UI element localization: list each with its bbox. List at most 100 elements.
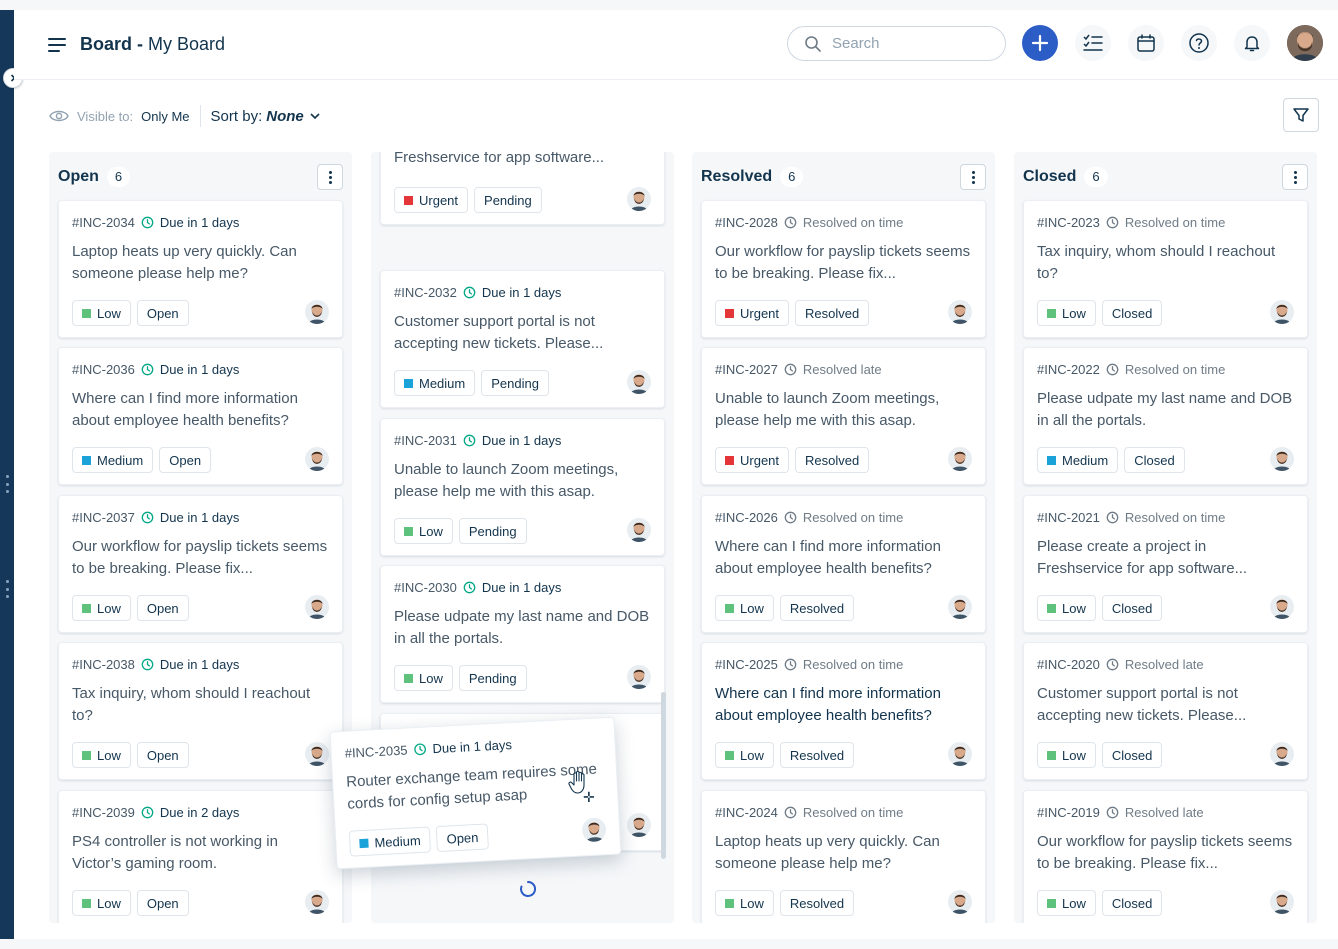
priority-tag[interactable]: Medium xyxy=(1037,447,1119,473)
priority-tag[interactable]: Low xyxy=(715,742,774,768)
state-tag[interactable]: Open xyxy=(136,595,189,621)
hamburger-menu-icon[interactable] xyxy=(48,37,68,53)
agent-avatar[interactable] xyxy=(305,742,329,766)
priority-tag[interactable]: Urgent xyxy=(715,447,790,473)
agent-avatar[interactable] xyxy=(1270,595,1294,619)
priority-tag[interactable]: Low xyxy=(72,890,131,916)
ticket-card[interactable]: #INC-2038 Due in 1 days Tax inquiry, whom … xyxy=(58,642,343,780)
agent-avatar[interactable] xyxy=(627,370,651,394)
agent-avatar[interactable] xyxy=(1270,890,1294,914)
column-menu-button[interactable] xyxy=(960,164,986,190)
state-tag[interactable]: Pending xyxy=(481,370,549,396)
state-tag[interactable]: Resolved xyxy=(795,447,870,473)
search-input[interactable] xyxy=(832,35,982,52)
state-tag[interactable]: Closed xyxy=(1101,595,1163,621)
resize-handle-icon[interactable] xyxy=(4,475,10,493)
ticket-card[interactable]: #INC-2039 Due in 2 days PS4 controller is … xyxy=(58,790,343,923)
agent-avatar[interactable] xyxy=(305,890,329,914)
sort-dropdown[interactable]: Sort by: None xyxy=(211,108,322,125)
priority-tag[interactable]: Low xyxy=(72,300,131,326)
priority-tag[interactable]: Urgent xyxy=(394,187,469,213)
agent-avatar[interactable] xyxy=(948,447,972,471)
agent-avatar[interactable] xyxy=(948,300,972,324)
priority-tag[interactable]: Medium xyxy=(72,447,154,473)
ticket-card[interactable]: #INC-2019 Resolved late Our workflow for p… xyxy=(1023,790,1308,923)
state-tag[interactable]: Pending xyxy=(474,187,542,213)
agent-avatar[interactable] xyxy=(627,813,651,837)
search-box[interactable] xyxy=(787,26,1006,61)
clock-icon xyxy=(1106,511,1119,524)
ticket-card[interactable]: #INC-2024 Resolved on time Laptop heats up… xyxy=(701,790,986,923)
card-tags: Urgent Resolved xyxy=(715,447,870,473)
state-tag[interactable]: Resolved xyxy=(779,595,855,621)
visibility-selector[interactable]: Visible to: Only Me xyxy=(49,109,190,124)
notifications-button[interactable] xyxy=(1234,25,1270,61)
state-tag[interactable]: Open xyxy=(136,300,189,326)
ticket-card[interactable]: #INC-2030 Due in 1 days Please udpate my l… xyxy=(380,565,665,703)
priority-tag[interactable]: Urgent xyxy=(715,300,790,326)
filter-button[interactable] xyxy=(1283,98,1319,132)
state-tag[interactable]: Closed xyxy=(1101,300,1163,326)
ticket-card[interactable]: #INC-2025 Resolved on time Where can I fin… xyxy=(701,642,986,780)
state-tag[interactable]: Resolved xyxy=(795,300,870,326)
agent-avatar[interactable] xyxy=(627,187,651,211)
priority-tag[interactable]: Low xyxy=(715,595,774,621)
ticket-card[interactable]: #INC-2036 Due in 1 days Where can I find m… xyxy=(58,347,343,485)
priority-label: Urgent xyxy=(740,452,780,468)
priority-label: Low xyxy=(740,747,764,763)
state-tag[interactable]: Pending xyxy=(458,518,527,544)
agent-avatar[interactable] xyxy=(305,595,329,619)
state-tag[interactable]: Open xyxy=(136,890,189,916)
agent-avatar[interactable] xyxy=(627,518,651,542)
ticket-card[interactable]: #INC-2021 Resolved on time Please create a… xyxy=(1023,495,1308,633)
state-tag[interactable]: Closed xyxy=(1124,447,1185,473)
calendar-button[interactable] xyxy=(1128,25,1164,61)
state-tag[interactable]: Closed xyxy=(1101,890,1163,916)
ticket-card[interactable]: #INC-2023 Resolved on time Tax inquiry, wh… xyxy=(1023,200,1308,338)
priority-label: Medium xyxy=(97,452,144,468)
ticket-card[interactable]: #INC-2031 Due in 1 days Unable to launch Z… xyxy=(380,418,665,556)
help-button[interactable] xyxy=(1181,25,1217,61)
agent-avatar[interactable] xyxy=(948,742,972,766)
agent-avatar[interactable] xyxy=(1270,742,1294,766)
add-button[interactable] xyxy=(1022,25,1058,61)
priority-tag[interactable]: Low xyxy=(72,742,131,768)
state-tag[interactable]: Pending xyxy=(458,665,527,691)
ticket-card[interactable]: #INC-2020 Resolved late Customer support p… xyxy=(1023,642,1308,780)
priority-tag[interactable]: Low xyxy=(1037,742,1096,768)
agent-avatar[interactable] xyxy=(948,595,972,619)
ticket-card[interactable]: #INC-2022 Resolved on time Please udpate m… xyxy=(1023,347,1308,485)
priority-tag[interactable]: Medium xyxy=(394,370,476,396)
state-tag[interactable]: Open xyxy=(136,742,189,768)
agent-avatar[interactable] xyxy=(1270,300,1294,324)
priority-tag[interactable]: Low xyxy=(1037,890,1096,916)
resize-handle-icon[interactable] xyxy=(4,580,10,598)
tasks-button[interactable] xyxy=(1075,25,1111,61)
column-menu-button[interactable] xyxy=(317,164,343,190)
agent-avatar[interactable] xyxy=(627,665,651,689)
user-avatar[interactable] xyxy=(1287,25,1323,61)
ticket-card[interactable]: #INC-2027 Resolved late Unable to launch Z… xyxy=(701,347,986,485)
agent-avatar[interactable] xyxy=(1270,447,1294,471)
priority-tag[interactable]: Low xyxy=(715,890,774,916)
ticket-card[interactable]: #INC-2032 Due in 1 days Customer support p… xyxy=(380,270,665,408)
state-tag[interactable]: Resolved xyxy=(779,890,855,916)
column-menu-button[interactable] xyxy=(1282,164,1308,190)
priority-tag[interactable]: Low xyxy=(394,518,453,544)
ticket-card[interactable]: #INC-2037 Due in 1 days Our workflow for p… xyxy=(58,495,343,633)
column-scrollbar[interactable] xyxy=(661,692,666,859)
priority-tag[interactable]: Low xyxy=(1037,300,1096,326)
state-tag[interactable]: Resolved xyxy=(779,742,855,768)
agent-avatar[interactable] xyxy=(305,447,329,471)
agent-avatar[interactable] xyxy=(948,890,972,914)
ticket-card[interactable]: Freshservice for app software... Urgent Pe… xyxy=(380,152,665,225)
ticket-card[interactable]: #INC-2028 Resolved on time Our workflow fo… xyxy=(701,200,986,338)
state-tag[interactable]: Closed xyxy=(1101,742,1163,768)
state-tag[interactable]: Open xyxy=(159,447,212,473)
priority-tag[interactable]: Low xyxy=(1037,595,1096,621)
ticket-card[interactable]: #INC-2034 Due in 1 days Laptop heats up ve… xyxy=(58,200,343,338)
priority-tag[interactable]: Low xyxy=(394,665,453,691)
ticket-card[interactable]: #INC-2026 Resolved on time Where can I fin… xyxy=(701,495,986,633)
priority-tag[interactable]: Low xyxy=(72,595,131,621)
agent-avatar[interactable] xyxy=(305,300,329,324)
